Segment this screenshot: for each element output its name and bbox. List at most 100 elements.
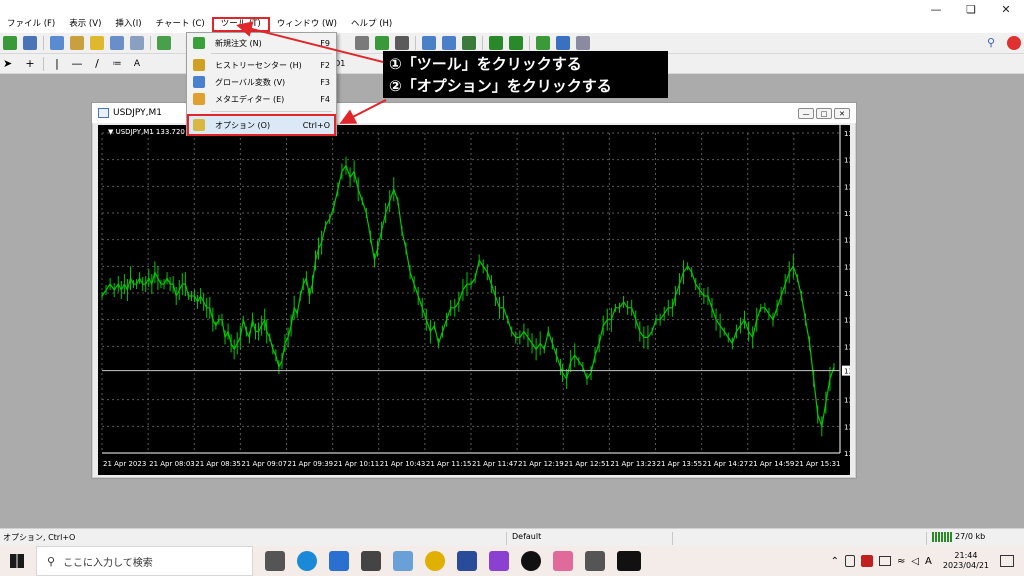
tools-dropdown-menu: 新規注文 (N) F9 ヒストリーセンター (H) F2 グローバル変数 (V)…: [186, 32, 337, 136]
chart-shift-icon[interactable]: [509, 36, 523, 50]
app-icon[interactable]: [393, 551, 413, 571]
trendline-icon[interactable]: /: [90, 57, 104, 71]
menu-item-label: メタエディター (E): [215, 94, 285, 104]
menu-item-metaeditor[interactable]: メタエディター (E) F4: [189, 91, 334, 107]
status-separator: [506, 532, 507, 545]
horizontal-line-icon[interactable]: —: [70, 57, 84, 71]
menu-file[interactable]: ファイル (F): [0, 17, 62, 32]
x-tick-label: 21 Apr 11:47: [472, 460, 518, 468]
x-tick-label: 21 Apr 12:51: [564, 460, 610, 468]
battery-icon[interactable]: [878, 556, 891, 566]
periods-icon[interactable]: [556, 36, 570, 50]
task-view-icon[interactable]: [265, 551, 285, 571]
options-icon: [193, 119, 205, 131]
zoom-in-icon[interactable]: [422, 36, 436, 50]
y-tick-label: 133.845: [844, 290, 850, 298]
chevron-up-icon[interactable]: ⌃: [831, 556, 839, 567]
menu-item-options[interactable]: オプション (O) Ctrl+O: [187, 114, 336, 136]
chart-maximize-icon[interactable]: □: [816, 108, 832, 119]
chart-window[interactable]: USDJPY,M1 — □ ✕ 133.714 134.115 134.070 134…: [91, 102, 857, 479]
chart-symbol-info: ▼ USDJPY,M1 133.720: [108, 128, 185, 136]
price-series-line: [101, 164, 835, 429]
x-tick-label: 21 Apr 13:55: [657, 460, 703, 468]
ime-indicator[interactable]: A: [925, 556, 932, 567]
menu-view[interactable]: 表示 (V): [62, 17, 108, 32]
x-tick-label: 21 Apr 2023: [103, 460, 146, 468]
xm-mt4-icon[interactable]: [617, 551, 641, 571]
bar-chart-icon[interactable]: [355, 36, 369, 50]
instruction-callout: ①「ツール」をクリックする ②「オプション」をクリックする: [383, 51, 668, 98]
x-tick-label: 21 Apr 11:15: [426, 460, 472, 468]
windows-start-icon[interactable]: [10, 554, 24, 568]
menu-item-label: グローバル変数 (V): [215, 77, 286, 87]
chart-minimize-icon[interactable]: —: [798, 108, 814, 119]
status-hint: オプション, Ctrl+O: [3, 533, 76, 542]
tray-app-icon[interactable]: [860, 555, 873, 567]
crosshair-icon[interactable]: +: [23, 57, 37, 71]
cursor-icon[interactable]: ➤: [3, 57, 17, 71]
indicators-icon[interactable]: [536, 36, 550, 50]
clock-date: 2023/04/21: [942, 561, 989, 570]
toolbar-separator: [43, 36, 44, 50]
y-tick-label: 134.025: [844, 183, 850, 191]
navigator-icon[interactable]: [70, 36, 84, 50]
new-chart-icon[interactable]: [3, 36, 17, 50]
y-tick-label: 134.115: [844, 130, 850, 138]
menu-window[interactable]: ウィンドウ (W): [270, 17, 344, 32]
terminal-icon[interactable]: [110, 36, 124, 50]
profiles-icon[interactable]: [23, 36, 37, 50]
app-icon[interactable]: [425, 551, 445, 571]
menu-chart[interactable]: チャート (C): [149, 17, 212, 32]
y-tick-label: 133.980: [844, 210, 850, 218]
templates-icon[interactable]: [576, 36, 590, 50]
line-chart-icon[interactable]: [395, 36, 409, 50]
taskbar-clock[interactable]: 21:44 2023/04/21: [943, 551, 989, 571]
system-tray: ⌃ ≈ ◁ A 21:44 2023/04/21: [828, 546, 1024, 576]
calendar-icon[interactable]: [329, 551, 349, 571]
notification-center-icon[interactable]: [1000, 555, 1014, 567]
x-tick-label: 21 Apr 14:59: [749, 460, 795, 468]
menu-item-label: 新規注文 (N): [215, 38, 262, 48]
device-icon[interactable]: [844, 555, 855, 567]
data-window-icon[interactable]: [90, 36, 104, 50]
vertical-line-icon[interactable]: |: [50, 57, 64, 71]
text-icon[interactable]: A: [130, 57, 144, 71]
global-variables-icon: [193, 76, 205, 88]
wifi-icon[interactable]: ≈: [897, 556, 905, 567]
menu-item-global-variables[interactable]: グローバル変数 (V) F3: [189, 74, 334, 90]
search-icon: ⚲: [47, 554, 56, 568]
channel-icon[interactable]: ≔: [110, 57, 124, 71]
app-icon[interactable]: [457, 551, 477, 571]
edge-icon[interactable]: [297, 551, 317, 571]
menu-insert[interactable]: 挿入(I): [108, 17, 148, 32]
calculator-icon[interactable]: [361, 551, 381, 571]
taskbar-search-box[interactable]: ⚲ ここに入力して検索: [36, 546, 253, 576]
notifications-icon[interactable]: [1007, 36, 1021, 50]
chart-canvas[interactable]: 133.714 134.115 134.070 134.025 133.980 133.9…: [98, 125, 850, 475]
zoom-out-icon[interactable]: [442, 36, 456, 50]
tile-windows-icon[interactable]: [462, 36, 476, 50]
autoscroll-icon[interactable]: [489, 36, 503, 50]
y-tick-label: 133.575: [844, 450, 850, 458]
volume-icon[interactable]: ◁: [911, 556, 919, 567]
camera-icon[interactable]: [585, 551, 605, 571]
price-chart[interactable]: 133.714 134.115 134.070 134.025 133.980 133.9…: [98, 125, 850, 475]
search-icon[interactable]: ⚲: [987, 36, 1001, 50]
x-tick-label: 21 Apr 09:39: [288, 460, 334, 468]
y-tick-label: 134.070: [844, 157, 850, 165]
menu-item-new-order[interactable]: 新規注文 (N) F9: [189, 35, 334, 51]
market-watch-icon[interactable]: [50, 36, 64, 50]
candlestick-icon[interactable]: [375, 36, 389, 50]
menu-item-history-center[interactable]: ヒストリーセンター (H) F2: [189, 57, 334, 73]
chart-window-title: USDJPY,M1: [113, 108, 162, 118]
chart-close-icon[interactable]: ✕: [834, 108, 850, 119]
menu-help[interactable]: ヘルプ (H): [344, 17, 399, 32]
app-icon[interactable]: [553, 551, 573, 571]
app-icon[interactable]: [521, 551, 541, 571]
toolbar-separator: [150, 36, 151, 50]
status-profile: Default: [512, 532, 542, 541]
menu-tools[interactable]: ツール (T): [211, 17, 270, 32]
app-icon[interactable]: [489, 551, 509, 571]
strategy-tester-icon[interactable]: [130, 36, 144, 50]
new-order-toolbar-icon[interactable]: [157, 36, 171, 50]
